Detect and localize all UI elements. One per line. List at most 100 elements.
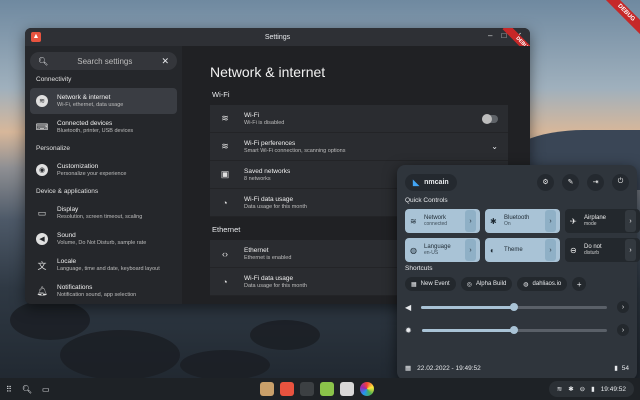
github-icon: ◎: [466, 281, 472, 288]
ethernet-icon: ‹›: [222, 248, 228, 259]
sidebar-item-label: Connected devices: [57, 120, 113, 127]
sidebar-item-desc: Volume, Do Not Disturb, sample rate: [57, 240, 147, 246]
chip-label: Alpha Build: [475, 281, 507, 287]
section-title: Device & applications: [36, 188, 99, 195]
store-app-icon[interactable]: [340, 382, 354, 396]
power-icon[interactable]: ⏻: [612, 173, 629, 191]
calendar-icon: ▦: [405, 365, 412, 372]
edit-icon[interactable]: ✎: [562, 173, 579, 191]
wallpaper-rock: [250, 320, 320, 350]
tile-sub: disturb: [584, 249, 600, 256]
chevron-right-icon[interactable]: ›: [465, 239, 476, 261]
sidebar-item-desc: Resolution, screen timeout, scaling: [57, 214, 143, 220]
bell-icon: 🔔︎: [36, 285, 48, 296]
sidebar-item-label: Display: [57, 206, 79, 213]
wifi-toggle-row[interactable]: ≋ Wi-Fi Wi-Fi is disabled: [210, 105, 508, 133]
quick-controls-title: Quick Controls: [405, 197, 448, 204]
wifi-icon: ≋: [221, 113, 229, 123]
calculator-app-icon[interactable]: [320, 382, 334, 396]
data-usage-icon: ◔: [222, 276, 228, 287]
row-label: Wi-Fi: [244, 111, 260, 119]
chevron-right-icon[interactable]: ›: [617, 301, 629, 313]
chevron-right-icon[interactable]: ›: [545, 239, 556, 261]
chevron-right-icon[interactable]: ›: [617, 324, 629, 336]
system-tray[interactable]: ≋ ✱ ⊖ ▮ 19:49:52: [548, 381, 634, 397]
brightness-slider[interactable]: [421, 325, 607, 334]
search-icon: 🔍︎: [38, 56, 49, 66]
bluetooth-tile[interactable]: ✱ Bluetooth On ›: [485, 209, 560, 233]
user-chip[interactable]: ◣ nmcain: [405, 173, 457, 191]
volume-slider[interactable]: [421, 302, 607, 311]
sidebar: 🔍︎ Search settings ✕ Connectivity ≋ Netw…: [25, 46, 182, 304]
wifi-icon: ≋: [36, 95, 48, 107]
sidebar-item-desc: Bluetooth, printer, USB devices: [57, 128, 134, 134]
group-title: Wi-Fi: [212, 90, 230, 99]
translate-icon: 文: [37, 260, 47, 271]
wifi-preferences-row[interactable]: ≋ Wi-Fi perferences Smart Wi-Fi connectio…: [210, 133, 508, 161]
overview-icon[interactable]: ▭: [42, 385, 50, 394]
sidebar-item-display[interactable]: ▭ Display Resolution, screen timeout, sca…: [30, 200, 177, 226]
palette-icon: ◉: [36, 164, 48, 176]
wifi-toggle[interactable]: [482, 113, 498, 124]
sidebar-item-notifications[interactable]: 🔔︎ Notifications Notification sound, app …: [30, 278, 177, 304]
quick-settings-panel: ◣ nmcain ⚙ ✎ ⇥ ⏻ Quick Controls ≋ Network…: [397, 165, 640, 380]
devices-icon: ⌨: [35, 121, 49, 132]
airplane-mode-tile[interactable]: ✈ Airplane mode ›: [565, 209, 640, 233]
dnd-icon: ⊖: [570, 245, 577, 255]
bluetooth-icon: ✱: [490, 216, 497, 226]
wifi-icon: ≋: [410, 216, 417, 226]
search-icon[interactable]: 🔍︎: [22, 385, 32, 394]
sidebar-item-sound[interactable]: ◀ Sound Volume, Do Not Disturb, sample ra…: [30, 226, 177, 252]
app-logo-icon: ▲: [31, 32, 41, 42]
sidebar-item-customization[interactable]: ◉ Customization Personalize your experien…: [30, 157, 177, 183]
clear-icon[interactable]: ✕: [161, 56, 169, 67]
datetime-text[interactable]: 22.02.2022 - 19:49:52: [417, 365, 481, 372]
settings-app-icon[interactable]: [280, 382, 294, 396]
row-label: Wi-Fi perferences: [244, 139, 296, 147]
volume-slider-row: ◀ ›: [405, 298, 629, 316]
launcher-icon[interactable]: ⠿: [6, 385, 12, 394]
search-input[interactable]: 🔍︎ Search settings ✕: [30, 52, 177, 70]
globe-icon: ◍: [523, 281, 529, 288]
settings-gear-icon[interactable]: ⚙: [537, 173, 554, 191]
shortcut-website[interactable]: ◍ dahliaos.io: [517, 277, 568, 291]
sidebar-item-label: Locale: [57, 258, 77, 265]
chevron-right-icon[interactable]: ›: [465, 210, 476, 232]
shortcut-alpha-build[interactable]: ◎ Alpha Build: [460, 277, 513, 291]
sidebar-item-locale[interactable]: 文 Locale Language, time and date, keyboar…: [30, 252, 177, 278]
sidebar-item-desc: Language, time and date, keyboard layout: [57, 266, 160, 272]
taskbar: ⠿ 🔍︎ ▭ ≋ ✱ ⊖ ▮ 19:49:52: [0, 378, 640, 400]
language-tile[interactable]: ◍ Language en-US ›: [405, 238, 480, 262]
sidebar-item-label: Notifications: [57, 284, 93, 291]
section-title: Connectivity: [36, 76, 72, 83]
shortcuts-title: Shortcuts: [405, 265, 433, 272]
minimize-icon[interactable]: –: [488, 31, 492, 40]
sidebar-item-connected-devices[interactable]: ⌨ Connected devices Bluetooth, printer, U…: [30, 114, 177, 140]
network-tile[interactable]: ≋ Network connected ›: [405, 209, 480, 233]
terminal-app-icon[interactable]: [300, 382, 314, 396]
chevron-right-icon[interactable]: ›: [625, 239, 636, 261]
sidebar-item-label: Customization: [57, 163, 99, 170]
chevron-right-icon[interactable]: ›: [545, 210, 556, 232]
chevron-right-icon[interactable]: ›: [625, 210, 636, 232]
theme-tile[interactable]: ◐ Theme ›: [485, 238, 560, 262]
battery-level: 54: [621, 364, 629, 372]
chevron-down-icon[interactable]: ⌄: [491, 142, 498, 151]
title-bar[interactable]: ▲ Settings – □ ✕ DEBUG: [25, 28, 530, 65]
battery-icon: ▮: [591, 386, 595, 393]
bluetooth-icon: ✱: [568, 386, 574, 393]
wifi-icon: ≋: [556, 386, 563, 393]
add-shortcut-icon[interactable]: +: [572, 277, 587, 291]
logout-icon[interactable]: ⇥: [587, 173, 604, 191]
sidebar-item-label: Network & internet: [57, 94, 111, 101]
files-app-icon[interactable]: [260, 382, 274, 396]
row-desc: Wi-Fi is disabled: [244, 119, 285, 126]
tile-sub: en-US: [424, 249, 439, 256]
tile-sub: mode: [584, 220, 597, 227]
tile-label: Theme: [504, 246, 523, 253]
do-not-disturb-tile[interactable]: ⊖ Do not disturb ›: [565, 238, 640, 262]
sidebar-item-network[interactable]: ≋ Network & internet Wi-Fi, ethernet, dat…: [30, 88, 177, 114]
wallpaper-rock: [60, 330, 180, 380]
shortcut-new-event[interactable]: ▦ New Event: [405, 277, 456, 291]
graft-app-icon[interactable]: [360, 382, 374, 396]
